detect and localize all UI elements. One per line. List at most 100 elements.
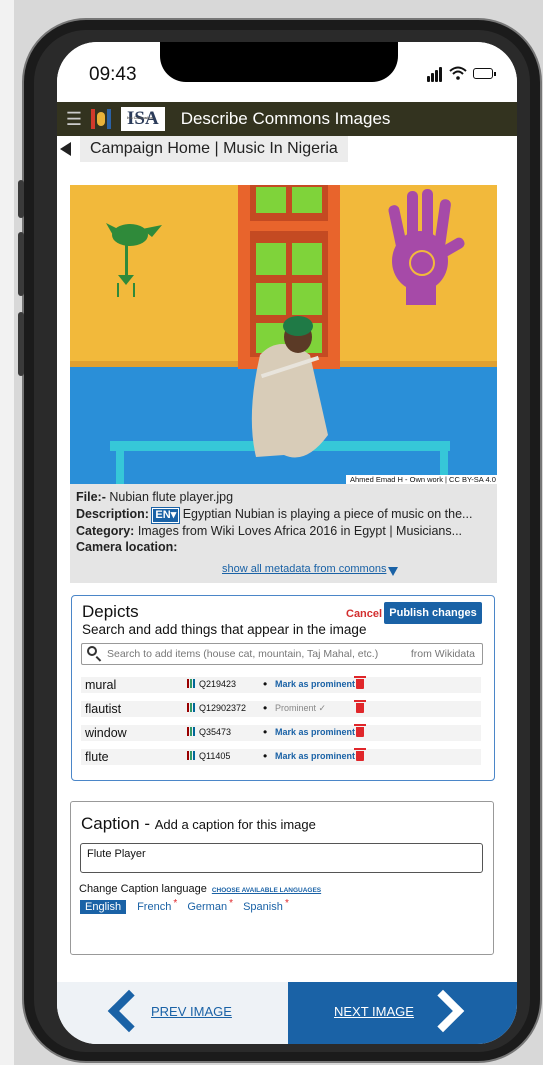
language-tab-english[interactable]: English: [80, 900, 127, 914]
phone-screen: 09:43 ☰ Isa Campaign ISA Describe Common…: [57, 42, 517, 1044]
choose-languages-link[interactable]: CHOOSE AVAILABLE LANGUAGES: [212, 887, 321, 894]
isa-logo[interactable]: Isa Campaign ISA: [121, 107, 165, 131]
image-illustration: Ahmed Emad H - Own work | CC BY-SA 4.0: [70, 185, 497, 484]
language-tab-spanish[interactable]: Spanish *: [238, 898, 289, 914]
caption-subtitle: Add a caption for this image: [154, 817, 316, 832]
wikidata-icon: [187, 679, 196, 690]
mute-switch: [18, 180, 24, 218]
phone-notch: [160, 42, 398, 82]
back-arrow-icon[interactable]: [60, 142, 71, 156]
language-tab-german[interactable]: German *: [182, 898, 234, 914]
category-value: Images from Wiki Loves Africa 2016 in Eg…: [137, 523, 463, 538]
caption-panel: Caption - Add a caption for this image F…: [70, 801, 494, 955]
caption-language-tabs: English French * German * Spanish *: [80, 898, 294, 914]
chevron-left-icon: [107, 989, 151, 1033]
search-placeholder: Search to add items (house cat, mountain…: [107, 648, 379, 660]
file-label: File:-: [76, 490, 106, 504]
language-tab-label: Spanish: [243, 901, 283, 913]
next-image-button[interactable]: NEXT IMAGE: [288, 982, 517, 1044]
isa-logo-caption: Isa Campaign: [127, 115, 154, 120]
camera-location-label: Camera location:: [76, 540, 178, 554]
trash-icon[interactable]: [354, 724, 366, 737]
breadcrumb-row: Campaign Home | Music In Nigeria: [57, 136, 517, 164]
depicts-item-name: mural: [85, 678, 117, 692]
depicts-item-qid: Q12902372: [199, 703, 247, 713]
description-language-dropdown[interactable]: EN▾: [151, 506, 181, 524]
depicts-search-input[interactable]: Search to add items (house cat, mountain…: [81, 643, 483, 665]
bottom-navigation: PREV IMAGE NEXT IMAGE: [57, 982, 517, 1044]
caption-language-label: Change Caption language: [79, 883, 207, 895]
next-image-label: NEXT IMAGE: [334, 1004, 414, 1019]
bullet-dot: •: [263, 677, 268, 691]
wikidata-link[interactable]: Q35473: [187, 727, 231, 738]
prev-image-button[interactable]: PREV IMAGE: [57, 982, 288, 1044]
mark-as-prominent-button[interactable]: Mark as prominent: [275, 727, 355, 737]
file-value: Nubian flute player.jpg: [109, 490, 234, 504]
depicts-item-qid: Q35473: [199, 727, 232, 737]
description-value: Egyptian Nubian is playing a piece of mu…: [182, 506, 473, 521]
search-source: from Wikidata: [410, 648, 475, 660]
depicts-item-qid: Q219423: [199, 679, 237, 689]
depicts-title: Depicts: [82, 602, 139, 621]
depicts-item-row: flautist Q12902372 • Prominent ✓: [81, 700, 481, 717]
breadcrumb[interactable]: Campaign Home | Music In Nigeria: [80, 136, 348, 162]
wikidata-link[interactable]: Q219423: [187, 679, 236, 690]
app-title: Describe Commons Images: [180, 109, 391, 128]
required-marker: *: [284, 898, 289, 909]
trash-icon[interactable]: [354, 700, 366, 713]
wikidata-link[interactable]: Q12902372: [187, 703, 246, 714]
signal-icon: [427, 64, 443, 82]
status-icons: [427, 64, 496, 82]
depicts-item-name: window: [85, 726, 127, 740]
depicts-item-name: flautist: [85, 702, 122, 716]
depicts-subtitle: Search and add things that appear in the…: [82, 622, 367, 637]
depicts-panel: Depicts Search and add things that appea…: [71, 595, 495, 781]
description-language-label: EN: [155, 508, 171, 521]
isa-logo-icon: [91, 108, 113, 130]
depicts-item-row: mural Q219423 • Mark as prominent: [81, 676, 481, 693]
commons-image[interactable]: Ahmed Emad H - Own work | CC BY-SA 4.0: [70, 185, 497, 484]
caption-title-text: Caption -: [81, 814, 150, 833]
volume-down-button: [18, 312, 24, 376]
chevron-right-icon: [421, 989, 465, 1033]
prominent-status[interactable]: Prominent ✓: [275, 703, 326, 714]
background-panel: [0, 0, 14, 1065]
bullet-dot: •: [263, 749, 268, 763]
show-metadata-link[interactable]: show all metadata from commons: [222, 561, 386, 578]
bullet-dot: •: [263, 725, 268, 739]
language-tab-label: French: [137, 901, 172, 913]
expand-triangle-icon[interactable]: [388, 567, 398, 576]
language-tab-french[interactable]: French *: [132, 898, 178, 914]
caption-title: Caption - Add a caption for this image: [81, 814, 316, 834]
search-icon: [87, 646, 97, 656]
battery-icon: [473, 67, 496, 79]
category-label: Category:: [76, 523, 135, 538]
description-label: Description:: [76, 506, 149, 521]
caption-input[interactable]: Flute Player: [80, 843, 483, 873]
mark-as-prominent-button[interactable]: Mark as prominent: [275, 679, 355, 689]
depicts-item-row: flute Q11405 • Mark as prominent: [81, 748, 481, 765]
mark-as-prominent-button[interactable]: Mark as prominent: [275, 751, 355, 761]
wikidata-link[interactable]: Q11405: [187, 751, 230, 762]
caption-language-row: Change Caption language CHOOSE AVAILABLE …: [79, 883, 321, 895]
volume-up-button: [18, 232, 24, 296]
depicts-item-qid: Q11405: [199, 751, 231, 761]
image-credit: Ahmed Emad H - Own work | CC BY-SA 4.0: [350, 475, 496, 484]
wifi-icon: [449, 66, 467, 80]
cancel-button[interactable]: Cancel: [346, 608, 382, 620]
bullet-dot: •: [263, 701, 268, 715]
status-time: 09:43: [89, 64, 137, 85]
depicts-item-name: flute: [85, 750, 109, 764]
trash-icon[interactable]: [354, 748, 366, 761]
language-tab-label: German: [187, 901, 228, 913]
status-bar: 09:43: [57, 42, 517, 102]
depicts-item-row: window Q35473 • Mark as prominent: [81, 724, 481, 741]
required-marker: *: [229, 898, 234, 909]
wikidata-icon: [187, 751, 196, 762]
required-marker: *: [173, 898, 178, 909]
trash-icon[interactable]: [354, 676, 366, 689]
app-bar: ☰ Isa Campaign ISA Describe Commons Imag…: [57, 102, 517, 136]
publish-changes-button[interactable]: Publish changes: [384, 602, 482, 624]
prev-image-label: PREV IMAGE: [151, 1004, 232, 1019]
hamburger-icon[interactable]: ☰: [57, 109, 91, 130]
